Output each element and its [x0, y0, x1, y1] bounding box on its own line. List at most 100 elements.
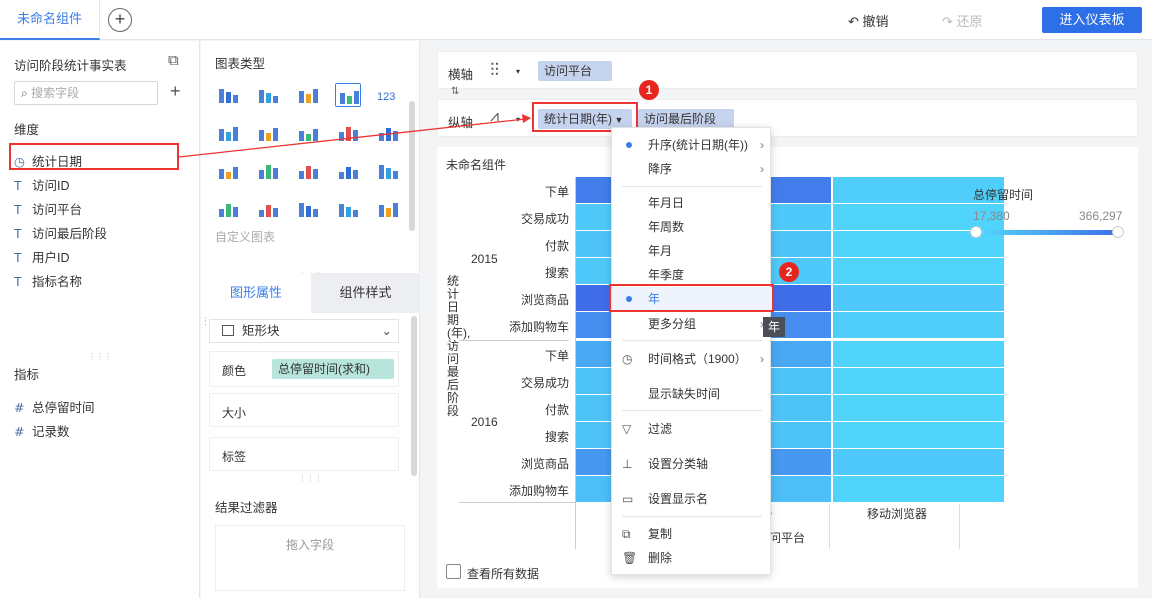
chart-type-option[interactable]	[295, 197, 321, 221]
menu-item-show-missing[interactable]: 显示缺失时间	[612, 382, 772, 406]
chart-type-option[interactable]	[255, 197, 281, 221]
measure-field[interactable]: # 总停留时间	[14, 397, 95, 416]
x-axis-shelf[interactable]: 横轴 ⫶⫶ ▾ 访问平台	[437, 51, 1138, 89]
chart-type-option[interactable]	[255, 159, 281, 183]
y-tick-label: 付款	[544, 403, 569, 417]
menu-item-set-axis[interactable]: ⊥ 设置分类轴	[612, 452, 772, 476]
heatmap-cell[interactable]	[833, 285, 1004, 311]
chart-type-icon	[219, 127, 238, 141]
chart-type-option[interactable]	[375, 197, 401, 221]
menu-item-more-group[interactable]: 更多分组 ›	[612, 312, 772, 336]
drag-handle[interactable]: ⋮	[201, 316, 210, 327]
search-icon: ⌕	[21, 86, 32, 100]
chart-type-option[interactable]	[335, 159, 361, 183]
redo-icon: ↷	[942, 14, 957, 29]
heatmap-cell[interactable]	[833, 341, 1004, 367]
resize-handle[interactable]: ⋮⋮⋮	[201, 473, 420, 482]
y-field-pill-stage[interactable]: 访问最后阶段	[638, 109, 734, 129]
dimension-field[interactable]: T 用户ID	[14, 247, 70, 266]
chart-title: 未命名组件	[446, 158, 507, 172]
enter-dashboard-button[interactable]: 进入仪表板	[1042, 7, 1142, 33]
menu-item-filter[interactable]: ▽ 过滤	[612, 417, 772, 441]
color-shelf[interactable]: 颜色 总停留时间(求和)	[209, 351, 399, 387]
chart-type-option[interactable]: 123	[375, 83, 401, 107]
chart-type-option[interactable]	[215, 159, 241, 183]
chart-type-icon	[339, 204, 358, 217]
chart-type-icon	[259, 128, 278, 141]
chart-type-icon	[299, 203, 318, 217]
y-tick-label: 交易成功	[520, 376, 569, 390]
menu-item-time-format[interactable]: ◷ 时间格式（1900） ›	[612, 347, 772, 371]
color-field-pill[interactable]: 总停留时间(求和)	[272, 359, 394, 379]
menu-item-sort-desc[interactable]: 降序 ›	[612, 157, 772, 181]
axis-type-icon[interactable]: ⫶⫶	[490, 60, 499, 81]
legend-handle-max[interactable]	[1112, 226, 1124, 238]
chart-type-option[interactable]	[375, 159, 401, 183]
chart-type-option[interactable]	[335, 83, 361, 107]
resize-handle[interactable]: ⋮⋮⋮	[0, 352, 200, 361]
heatmap-cell[interactable]	[833, 476, 1004, 502]
add-tab-icon[interactable]: +	[108, 8, 132, 32]
chevron-down-icon[interactable]: ▾	[516, 115, 520, 124]
menu-item-set-name[interactable]: ▭ 设置显示名	[612, 487, 772, 511]
menu-item-copy[interactable]: ⧉ 复制	[612, 522, 772, 546]
menu-item-delete[interactable]: 🗑 删除	[612, 546, 772, 570]
menu-item-group[interactable]: 年月日	[612, 191, 772, 215]
checkbox[interactable]	[446, 564, 461, 579]
chart-type-option[interactable]	[335, 197, 361, 221]
heatmap-cell[interactable]	[833, 395, 1004, 421]
heatmap-cell[interactable]	[833, 258, 1004, 284]
x-field-pill[interactable]: 访问平台	[538, 61, 612, 81]
chart-type-option[interactable]	[255, 121, 281, 145]
chart-type-option[interactable]	[335, 121, 361, 145]
size-shelf[interactable]: 大小	[209, 393, 399, 427]
heatmap-cell[interactable]	[833, 368, 1004, 394]
chart-type-option[interactable]	[215, 83, 241, 107]
mark-type-select[interactable]: 矩形块 ⌄	[209, 319, 399, 343]
chart-type-icon	[299, 89, 318, 103]
chart-type-option[interactable]	[295, 159, 321, 183]
dimension-field[interactable]: T 访问最后阶段	[14, 223, 107, 242]
tab-shape-properties[interactable]: 图形属性	[201, 273, 311, 313]
scrollbar[interactable]	[411, 316, 417, 476]
heatmap-cell[interactable]	[833, 422, 1004, 448]
y-tick-label: 搜索	[544, 266, 569, 280]
y-tick-label: 下单	[544, 185, 569, 199]
dimension-field[interactable]: T 访问ID	[14, 175, 70, 194]
text-icon: T	[14, 178, 22, 193]
undo-button[interactable]: ↶ 撤销	[848, 11, 889, 30]
chart-type-icon	[219, 89, 238, 103]
tab-component-style[interactable]: 组件样式	[311, 273, 420, 313]
legend-handle-min[interactable]	[970, 226, 982, 238]
chart-type-option[interactable]	[215, 121, 241, 145]
scrollbar[interactable]	[409, 101, 415, 231]
swap-axes-icon[interactable]: ⇅	[451, 86, 459, 97]
y-tick-label: 浏览商品	[520, 457, 569, 471]
dimension-field[interactable]: T 指标名称	[14, 271, 82, 290]
switch-table-icon[interactable]: ⧉	[168, 52, 179, 69]
y-tick-label: 添加购物车	[508, 320, 569, 334]
legend-max: 366,297	[1079, 209, 1123, 223]
heatmap-cell[interactable]	[833, 312, 1004, 338]
heatmap-cell[interactable]	[833, 449, 1004, 475]
chevron-down-icon[interactable]: ▾	[516, 67, 520, 76]
menu-item-group[interactable]: 年周数	[612, 215, 772, 239]
search-input[interactable]: ⌕ 搜索字段	[14, 81, 158, 105]
tab-component[interactable]: 未命名组件	[0, 0, 100, 40]
chart-type-option[interactable]	[215, 197, 241, 221]
dimension-field[interactable]: T 访问平台	[14, 199, 82, 218]
chart-type-option[interactable]	[255, 83, 281, 107]
add-field-icon[interactable]: +	[170, 81, 181, 102]
chart-type-option[interactable]	[375, 121, 401, 145]
chart-type-option[interactable]	[295, 121, 321, 145]
redo-button[interactable]: ↷ 还原	[942, 11, 983, 30]
line-chart-icon[interactable]: ⩘	[490, 108, 499, 126]
measure-field[interactable]: # 记录数	[14, 421, 70, 440]
filter-drop-zone[interactable]: 拖入字段	[215, 525, 405, 591]
menu-item-group[interactable]: 年月	[612, 239, 772, 263]
label-shelf[interactable]: 标签	[209, 437, 399, 471]
custom-chart-label: 自定义图表	[215, 230, 276, 244]
chart-type-option[interactable]	[295, 83, 321, 107]
divider	[959, 504, 960, 549]
menu-item-sort-asc[interactable]: 升序(统计日期(年)) ›	[612, 133, 772, 157]
